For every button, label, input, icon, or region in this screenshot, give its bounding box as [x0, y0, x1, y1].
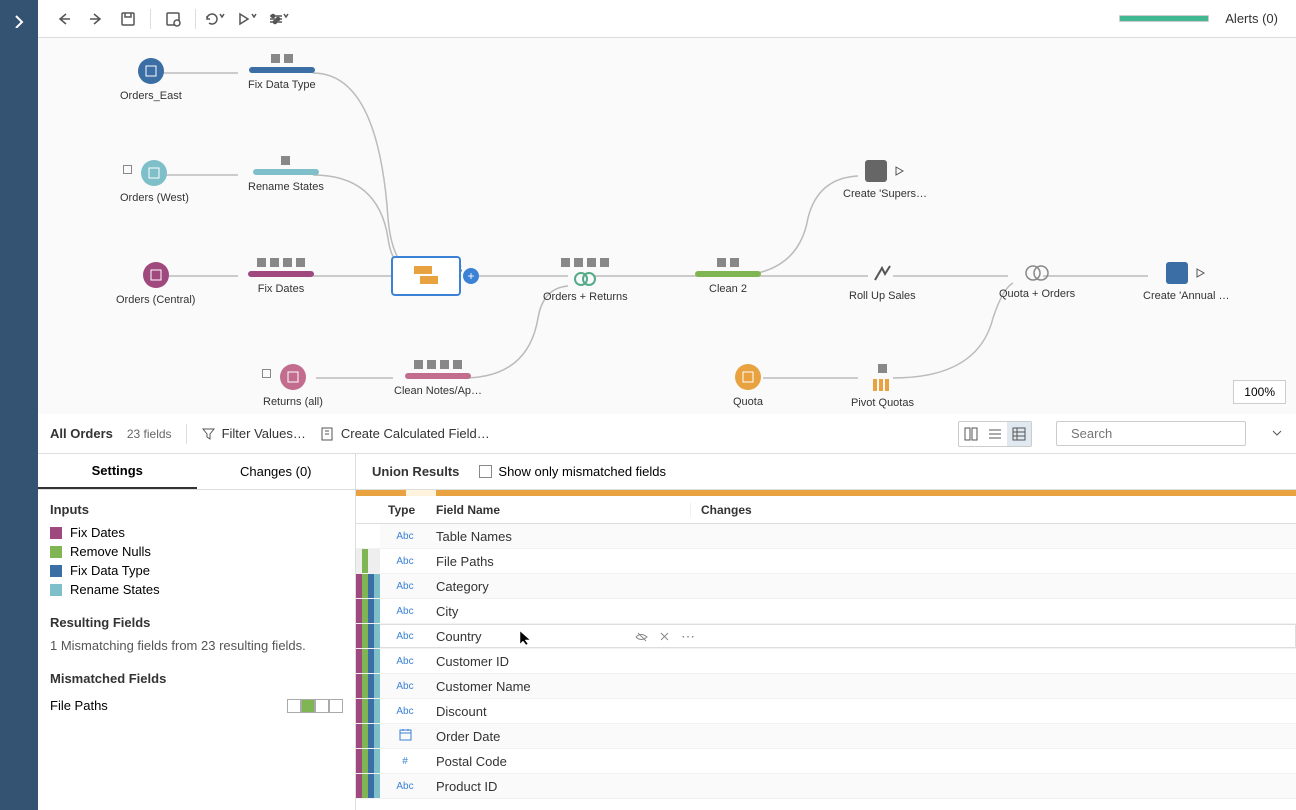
search-box[interactable] [1056, 421, 1246, 446]
zoom-level[interactable]: 100% [1233, 380, 1286, 404]
left-rail[interactable] [0, 0, 38, 810]
type-icon[interactable]: Abc [380, 581, 430, 592]
search-input[interactable] [1071, 426, 1247, 441]
table-row[interactable]: AbcCity [356, 599, 1296, 624]
field-count: 23 fields [127, 427, 172, 441]
profile-panel: All Orders 23 fields Filter Values… Crea… [38, 414, 1296, 810]
type-icon[interactable]: Abc [380, 606, 430, 617]
mismatched-heading: Mismatched Fields [50, 671, 343, 686]
type-icon[interactable] [380, 728, 430, 744]
more-icon[interactable]: ⋯ [681, 628, 696, 645]
type-icon[interactable]: # [380, 756, 430, 767]
node-roll-up-sales[interactable]: Roll Up Sales [849, 264, 916, 302]
union-bar [356, 490, 1296, 496]
chevron-right-icon [12, 14, 26, 28]
panel-title: All Orders [50, 426, 113, 441]
input-item[interactable]: Remove Nulls [50, 544, 343, 559]
node-orders-east[interactable]: Orders_East [120, 58, 182, 102]
type-icon[interactable]: Abc [380, 656, 430, 667]
panel-header: All Orders 23 fields Filter Values… Crea… [38, 414, 1296, 454]
tab-changes[interactable]: Changes (0) [197, 454, 356, 489]
mismatched-item[interactable]: File Paths [50, 694, 343, 717]
node-all-orders[interactable]: + All Orders [391, 256, 462, 278]
table-row[interactable]: AbcCustomer Name [356, 674, 1296, 699]
node-fix-data-type[interactable]: Fix Data Type [248, 54, 316, 91]
node-orders-central[interactable]: Orders (Central) [116, 262, 195, 306]
back-button[interactable] [50, 5, 78, 33]
type-icon[interactable]: Abc [380, 531, 430, 542]
node-rename-states[interactable]: Rename States [248, 156, 324, 193]
table-row[interactable]: AbcProduct ID [356, 774, 1296, 799]
inputs-heading: Inputs [50, 502, 343, 517]
add-step-button[interactable]: + [463, 268, 479, 284]
table-row[interactable]: AbcDiscount [356, 699, 1296, 724]
alerts-button[interactable]: Alerts (0) [1225, 11, 1278, 26]
view-grid-button[interactable] [1007, 422, 1031, 446]
node-pivot-quotas[interactable]: Pivot Quotas [851, 364, 914, 409]
expand-button[interactable] [1270, 425, 1284, 443]
table-row[interactable]: AbcCountry ⋯ [356, 624, 1296, 649]
type-icon[interactable]: Abc [380, 706, 430, 717]
forward-button[interactable] [82, 5, 110, 33]
view-toggle [958, 421, 1032, 447]
view-list-button[interactable] [983, 422, 1007, 446]
settings-button[interactable] [268, 5, 296, 33]
view-profile-button[interactable] [959, 422, 983, 446]
input-item[interactable]: Rename States [50, 582, 343, 597]
resulting-heading: Resulting Fields [50, 615, 343, 630]
type-icon[interactable]: Abc [380, 681, 430, 692]
show-mismatched-toggle[interactable]: Show only mismatched fields [479, 464, 666, 479]
remove-icon[interactable] [658, 630, 671, 643]
node-quota[interactable]: Quota [733, 364, 763, 408]
input-item[interactable]: Fix Data Type [50, 563, 343, 578]
node-returns-all[interactable]: Returns (all) [263, 364, 323, 408]
create-calc-field-button[interactable]: Create Calculated Field… [320, 426, 490, 441]
toolbar: Alerts (0) [38, 0, 1296, 38]
input-item[interactable]: Fix Dates [50, 525, 343, 540]
union-icon [412, 264, 440, 288]
type-icon[interactable]: Abc [380, 556, 430, 567]
run-button[interactable] [236, 5, 264, 33]
node-create-annual[interactable]: Create 'Annual … [1143, 262, 1229, 302]
cursor-icon [519, 630, 531, 646]
hide-icon[interactable] [635, 630, 648, 643]
node-fix-dates[interactable]: Fix Dates [248, 258, 314, 295]
union-title: Union Results [372, 464, 459, 479]
flow-canvas[interactable]: Orders_East Fix Data Type Orders (West) … [38, 38, 1296, 414]
table-header: Type Field Name Changes [356, 496, 1296, 524]
union-results: Union Results Show only mismatched field… [356, 454, 1296, 810]
type-icon[interactable]: Abc [380, 631, 430, 642]
filter-values-button[interactable]: Filter Values… [201, 426, 306, 441]
save-button[interactable] [114, 5, 142, 33]
table-row[interactable]: Order Date [356, 724, 1296, 749]
progress-bar [1119, 15, 1209, 22]
resulting-desc: 1 Mismatching fields from 23 resulting f… [50, 638, 343, 653]
node-orders-west[interactable]: Orders (West) [120, 160, 189, 204]
table-row[interactable]: AbcCategory [356, 574, 1296, 599]
connection-button[interactable] [159, 5, 187, 33]
settings-sidebar: Settings Changes (0) Inputs Fix Dates Rem… [38, 454, 356, 810]
table-row[interactable]: AbcCustomer ID [356, 649, 1296, 674]
refresh-button[interactable] [204, 5, 232, 33]
tab-settings[interactable]: Settings [38, 454, 197, 489]
node-orders-returns[interactable]: Orders + Returns [543, 258, 628, 303]
table-row[interactable]: AbcTable Names [356, 524, 1296, 549]
node-create-supers[interactable]: Create 'Supers… [843, 160, 927, 200]
node-quota-orders[interactable]: Quota + Orders [999, 264, 1075, 300]
table-row[interactable]: #Postal Code [356, 749, 1296, 774]
node-clean-notes[interactable]: Clean Notes/Ap… [394, 360, 482, 397]
node-clean-2[interactable]: Clean 2 [695, 258, 761, 295]
table-row[interactable]: AbcFile Paths [356, 549, 1296, 574]
type-icon[interactable]: Abc [380, 781, 430, 792]
